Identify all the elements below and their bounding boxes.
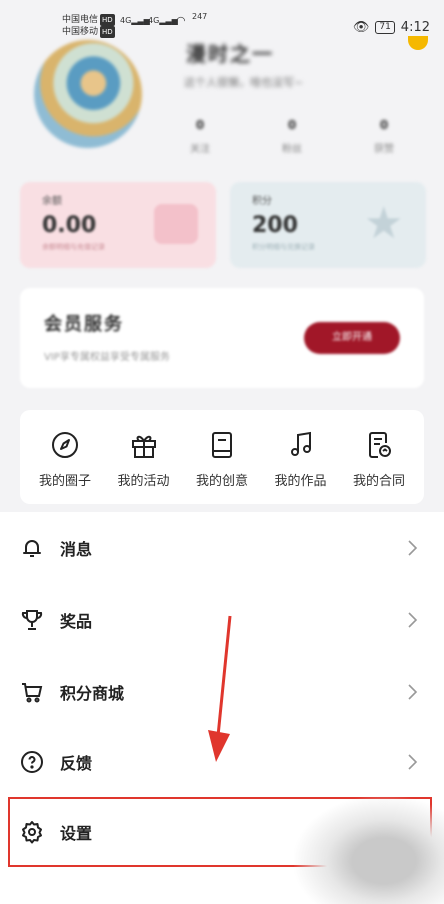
level-badge-icon (408, 36, 428, 50)
chevron-right-icon (408, 540, 418, 556)
chevron-right-icon (408, 684, 418, 700)
annotation-arrow-icon (208, 615, 232, 762)
quick-item-label: 我的作品 (274, 474, 327, 489)
stat-following[interactable]: 0 关注 (170, 118, 230, 155)
quick-item-idea[interactable]: 我的创意 (183, 430, 261, 504)
stat-followers[interactable]: 0 粉丝 (262, 118, 322, 155)
stat-likes[interactable]: 0 获赞 (354, 118, 414, 155)
chevron-right-icon (408, 612, 418, 628)
stat-value: 0 (379, 118, 389, 132)
profile-stats: 0 关注 0 粉丝 0 获赞 (160, 118, 424, 155)
signal-icon-2: 4G▂▃▅ (148, 16, 178, 25)
book-icon (212, 432, 232, 458)
contract-icon (369, 432, 391, 458)
status-right: 👁 71 4:12 (353, 20, 430, 35)
stat-label: 粉丝 (282, 144, 302, 155)
wifi-icon: ◠ (176, 14, 186, 27)
clock: 4:12 (400, 20, 430, 35)
menu-item-label: 消息 (60, 540, 93, 559)
signal-icon: 4G▂▃▅ (120, 16, 150, 25)
quick-item-circle[interactable]: 我的圈子 (26, 430, 104, 504)
menu-item-messages[interactable]: 消息 (0, 518, 444, 578)
user-bio: 这个人很懒，啥也没写~ (184, 76, 304, 89)
avatar[interactable] (34, 40, 142, 148)
battery-icon: 71 (375, 21, 395, 34)
quick-item-activity[interactable]: 我的活动 (105, 430, 183, 504)
username[interactable]: 漫时之一 (186, 38, 274, 67)
network-type-1: 4G (120, 16, 132, 25)
eye-icon: 👁 (352, 20, 370, 35)
stat-value: 0 (287, 118, 297, 132)
carrier1-label: 中国电信 (62, 15, 99, 25)
cart-icon (22, 683, 43, 703)
carrier2-label: 中国移动 (62, 27, 99, 37)
gift-icon (131, 435, 156, 458)
quick-menu: 我的圈子 我的活动 我的创意 我的作品 我的合同 (20, 410, 424, 504)
points-card[interactable]: 积分 200 积分明细与兑换记录 ★ (230, 182, 426, 268)
quick-item-works[interactable]: 我的作品 (262, 430, 340, 504)
menu-item-label: 积分商城 (60, 684, 125, 703)
quick-item-label: 我的创意 (195, 474, 248, 489)
stat-label: 关注 (190, 144, 210, 155)
trophy-icon (21, 610, 43, 630)
music-note-icon (290, 431, 311, 456)
stat-value: 0 (195, 118, 205, 132)
quick-item-label: 我的活动 (117, 474, 170, 489)
vip-banner[interactable]: 会员服务 VIP享专属权益享受专属服务 立即开通 (20, 288, 424, 388)
hd-badge-2: HD (100, 26, 115, 38)
quick-item-contract[interactable]: 我的合同 (340, 430, 418, 504)
stat-label: 获赞 (374, 144, 394, 155)
quick-item-label: 我的合同 (352, 474, 405, 489)
menu-item-label: 奖品 (60, 612, 93, 631)
hd-badge: HD (100, 14, 115, 26)
blurred-overlay (294, 796, 444, 904)
compass-icon (52, 432, 78, 458)
carrier-info: 中国电信 HD 中国移动 HD (62, 14, 115, 38)
menu-item-label: 反馈 (60, 754, 93, 773)
network-type-2: 4G (148, 16, 160, 25)
star-icon: ★ (364, 198, 404, 249)
wallet-icon (154, 204, 198, 244)
help-icon (21, 751, 43, 773)
bell-icon (23, 540, 41, 557)
balance-card[interactable]: 余额 0.00 余额明细与充值记录 (20, 182, 216, 268)
quick-item-label: 我的圈子 (38, 474, 91, 489)
network-speed: 247 (192, 12, 208, 21)
chevron-right-icon (408, 754, 418, 770)
vip-open-button[interactable]: 立即开通 (304, 322, 400, 354)
